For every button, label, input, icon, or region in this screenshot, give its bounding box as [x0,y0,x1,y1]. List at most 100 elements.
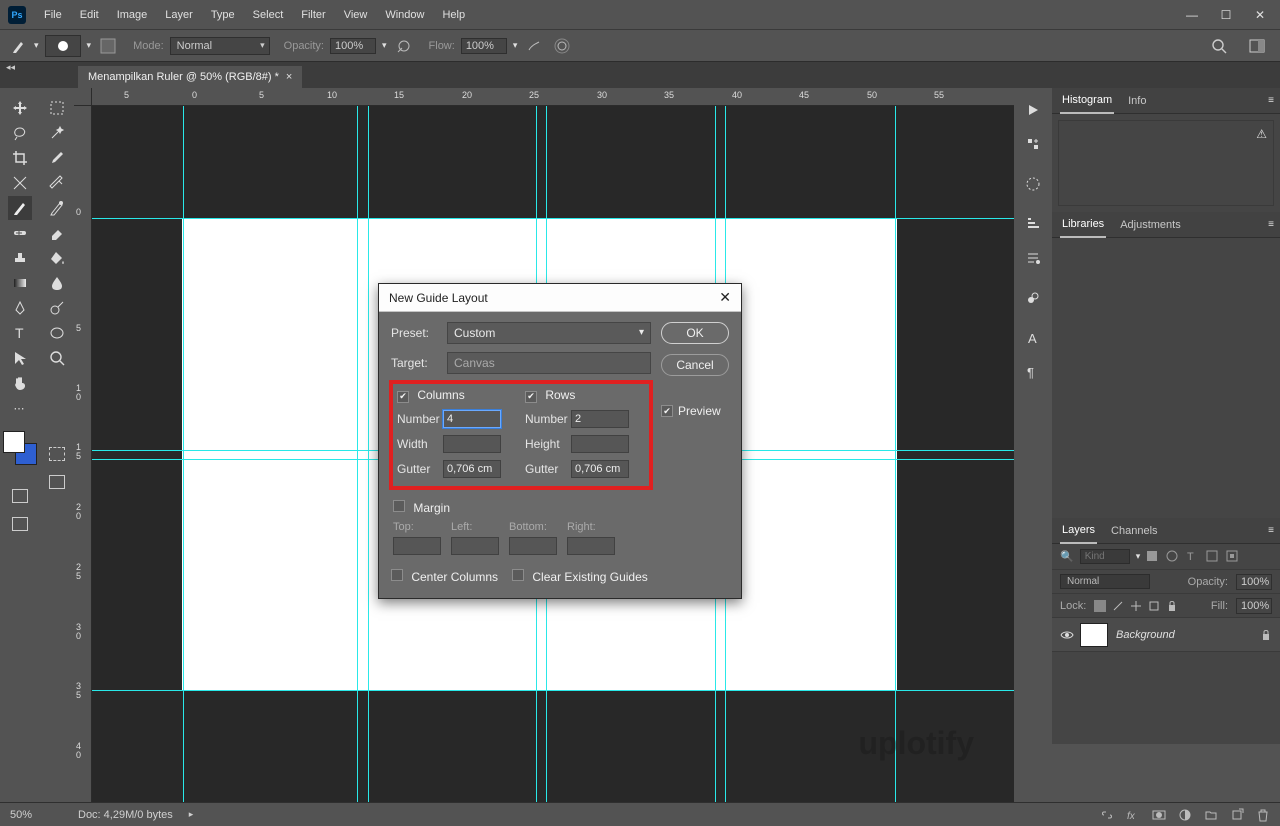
libraries-tab[interactable]: Libraries [1060,212,1106,238]
stamp-tool-icon[interactable] [8,246,32,270]
dodge-tool-icon[interactable] [45,296,69,320]
minimize-button[interactable]: — [1180,6,1204,24]
eyedropper-icon[interactable] [45,146,69,170]
layer-thumbnail[interactable] [1080,623,1108,647]
delete-layer-icon[interactable] [1256,808,1270,822]
panel-menu-icon[interactable]: ≡ [1268,219,1274,230]
dialog-close-icon[interactable]: ✕ [719,289,731,306]
mask-mode-icon-b[interactable] [49,447,65,461]
brush-tool-icon[interactable] [8,196,32,220]
pen-tool-icon[interactable] [8,296,32,320]
shape-tool-icon[interactable] [45,321,69,345]
ruler-vertical[interactable]: 0 5 10 15 20 25 30 35 40 [74,106,92,802]
flow-input[interactable]: 100% [461,38,507,54]
brush-preview[interactable] [45,35,81,57]
link-layers-icon[interactable] [1100,808,1114,822]
paint-bucket-icon[interactable] [45,246,69,270]
play-icon[interactable] [1019,96,1047,124]
menu-select[interactable]: Select [245,5,292,25]
menu-window[interactable]: Window [377,5,432,25]
histogram-warning-icon[interactable]: ⚠ [1256,127,1267,141]
adjustment-layer-icon[interactable] [1178,808,1192,822]
preview-checkbox[interactable] [661,405,673,417]
menu-view[interactable]: View [336,5,376,25]
menu-layer[interactable]: Layer [157,5,201,25]
mode-select[interactable]: Normal▾ [170,37,270,55]
guide-horizontal[interactable] [92,218,1014,219]
search-icon[interactable] [1208,35,1230,57]
document-tab[interactable]: Menampilkan Ruler @ 50% (RGB/8#) * × [78,66,302,88]
menu-file[interactable]: File [36,5,70,25]
hand-tool-icon[interactable] [8,371,32,395]
margin-checkbox[interactable] [393,500,405,512]
close-button[interactable]: ✕ [1248,6,1272,24]
opacity-input[interactable]: 100% [330,38,376,54]
dialog-titlebar[interactable]: New Guide Layout ✕ [379,284,741,312]
guide-vertical[interactable] [357,106,358,802]
filter-smart-icon[interactable] [1226,550,1240,564]
filter-adjust-icon[interactable] [1166,550,1180,564]
histogram-tab[interactable]: Histogram [1060,88,1114,114]
layer-opacity-input[interactable]: 100% [1236,574,1272,590]
foreground-color-swatch[interactable] [3,431,25,453]
tab-close-icon[interactable]: × [286,71,292,83]
airbrush-icon[interactable] [523,35,545,57]
brush-tool-icon[interactable] [10,37,28,55]
clear-existing-checkbox[interactable] [512,569,524,581]
filter-shape-icon[interactable] [1206,550,1220,564]
columns-checkbox[interactable] [397,391,409,403]
blur-tool-icon[interactable] [45,271,69,295]
new-layer-icon[interactable] [1230,808,1244,822]
screen-mode-icon[interactable] [12,517,28,531]
crop-tool-icon[interactable] [8,146,32,170]
type-tool-icon[interactable]: T [8,321,32,345]
guide-vertical[interactable] [895,106,896,802]
lock-image-icon[interactable] [1112,600,1124,612]
cancel-button[interactable]: Cancel [661,354,729,376]
guide-vertical[interactable] [368,106,369,802]
info-tab[interactable]: Info [1126,89,1148,113]
layer-row-background[interactable]: Background [1052,618,1280,652]
menu-image[interactable]: Image [109,5,156,25]
zoom-level[interactable]: 50% [10,809,62,821]
panel-menu-icon[interactable]: ≡ [1268,525,1274,536]
color-swatches[interactable] [3,431,37,465]
lock-transparency-icon[interactable] [1094,600,1106,612]
more-tools-icon[interactable]: ⋯ [8,396,32,420]
maximize-button[interactable]: ☐ [1214,6,1238,24]
filter-type-layer-icon[interactable]: T [1186,550,1200,564]
lock-all-icon[interactable] [1166,600,1178,612]
layer-fill-input[interactable]: 100% [1236,598,1272,614]
layer-visibility-icon[interactable] [1060,629,1072,641]
lock-position-icon[interactable] [1130,600,1142,612]
layer-group-icon[interactable] [1204,808,1218,822]
gradient-tool-icon[interactable] [8,271,32,295]
properties-icon[interactable] [1019,170,1047,198]
brushes-icon[interactable] [1019,210,1047,238]
brush-panel-icon[interactable] [97,35,119,57]
ok-button[interactable]: OK [661,322,729,344]
path-select-icon[interactable] [8,346,32,370]
columns-gutter-input[interactable] [443,460,501,478]
wand-tool-icon[interactable] [45,121,69,145]
lock-nest-icon[interactable] [1148,600,1160,612]
lasso-tool-icon[interactable] [8,121,32,145]
rows-height-input[interactable] [571,435,629,453]
menu-help[interactable]: Help [434,5,473,25]
rows-gutter-input[interactable] [571,460,629,478]
layers-tab[interactable]: Layers [1060,518,1097,544]
frame-tool-icon[interactable] [8,171,32,195]
guide-horizontal[interactable] [92,690,1014,691]
tool-presets-icon[interactable] [1019,244,1047,272]
channels-tab[interactable]: Channels [1109,519,1159,543]
healing-brush-icon[interactable] [8,221,32,245]
filter-type-icon[interactable]: 🔍 [1060,550,1074,563]
ruler-horizontal[interactable]: 5 0 5 10 15 20 25 30 35 40 45 50 55 [92,88,1014,106]
quick-mask-icon[interactable] [12,489,28,503]
history-brush-icon[interactable] [45,196,69,220]
move-tool-icon[interactable] [8,96,32,120]
layer-name[interactable]: Background [1116,629,1175,641]
screen-mode-icon-b[interactable] [49,475,65,489]
rows-number-input[interactable] [571,410,629,428]
layers-filter-input[interactable] [1080,549,1130,564]
